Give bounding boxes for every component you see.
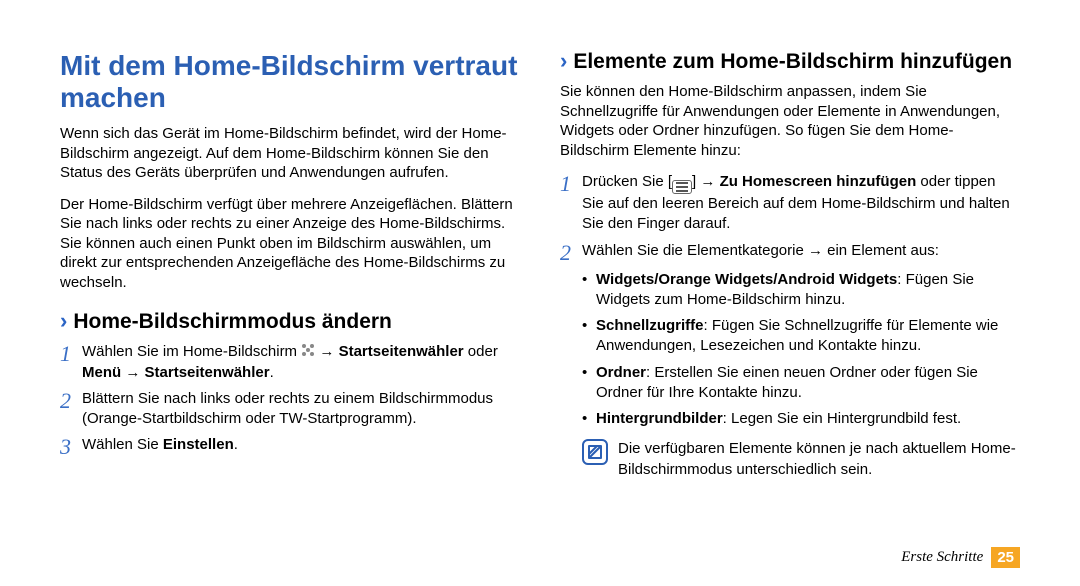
subheading-add-elements: › Elemente zum Home-Bildschirm hinzufüge… [560,50,1020,74]
step-body: Drücken Sie [] → Zu Homescreen hinzufüge… [582,172,1020,235]
bullet-shortcuts: • Schnellzugriffe: Fügen Sie Schnellzugr… [582,316,1020,357]
page-number: 25 [991,547,1020,568]
step-number: 1 [560,173,582,195]
para-2: Der Home-Bildschirm verfügt über mehrere… [60,195,520,293]
step-number: 3 [60,436,82,458]
bullet-dot: • [582,270,596,290]
step-body: Wählen Sie Einstellen. [82,435,520,455]
section-title: Mit dem Home-Bildschirm vertraut machen [60,50,520,114]
step-body: Wählen Sie die Elementkategorie → ein El… [582,241,1020,261]
step-number: 2 [560,242,582,264]
step-1: 1 Wählen Sie im Home-Bildschirm → Starts… [60,342,520,383]
chevron-icon: › [60,310,67,332]
step-r2: 2 Wählen Sie die Elementkategorie → ein … [560,241,1020,264]
step-number: 1 [60,343,82,365]
bullet-dot: • [582,409,596,429]
left-column: Mit dem Home-Bildschirm vertraut machen … [60,50,520,566]
right-column: › Elemente zum Home-Bildschirm hinzufüge… [560,50,1020,566]
subheading-text: Elemente zum Home-Bildschirm hinzufügen [573,50,1012,74]
apps-icon [301,343,315,357]
step-number: 2 [60,390,82,412]
step-2: 2 Blättern Sie nach links oder rechts zu… [60,389,520,430]
subheading-text: Home-Bildschirmmodus ändern [73,310,392,334]
footer: Erste Schritte 25 [901,547,1020,568]
bullet-folders: • Ordner: Erstellen Sie einen neuen Ordn… [582,363,1020,404]
chevron-icon: › [560,50,567,72]
step-body: Wählen Sie im Home-Bildschirm → Startsei… [82,342,520,383]
bullet-widgets: • Widgets/Orange Widgets/Android Widgets… [582,270,1020,311]
step-body: Blättern Sie nach links oder rechts zu e… [82,389,520,430]
note-text: Die verfügbaren Elemente können je nach … [618,439,1020,480]
bullet-wallpapers: • Hintergrundbilder: Legen Sie ein Hinte… [582,409,1020,429]
para-1: Wenn sich das Gerät im Home-Bildschirm b… [60,124,520,183]
menu-icon [672,180,692,194]
bullet-list: • Widgets/Orange Widgets/Android Widgets… [582,270,1020,436]
step-3: 3 Wählen Sie Einstellen. [60,435,520,458]
page: Mit dem Home-Bildschirm vertraut machen … [60,50,1020,566]
subheading-change-mode: › Home-Bildschirmmodus ändern [60,310,520,334]
bullet-dot: • [582,363,596,383]
bullet-dot: • [582,316,596,336]
note: Die verfügbaren Elemente können je nach … [582,439,1020,480]
note-icon [582,439,608,465]
para-r1: Sie können den Home-Bildschirm anpassen,… [560,82,1020,160]
step-r1: 1 Drücken Sie [] → Zu Homescreen hinzufü… [560,172,1020,235]
footer-section: Erste Schritte [901,549,983,566]
